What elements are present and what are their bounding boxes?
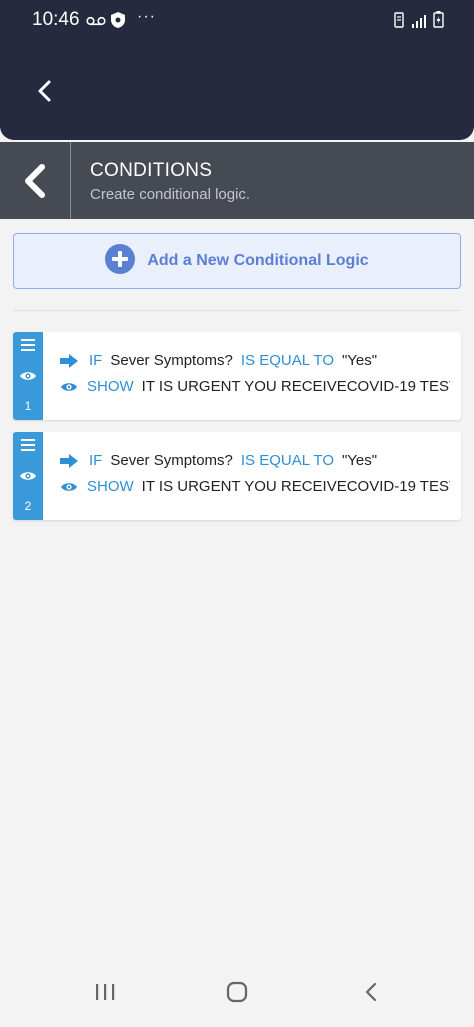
- condition-field: Sever Symptoms?: [110, 352, 233, 369]
- voicemail-icon: [86, 13, 106, 31]
- conditions-header: CONDITIONS Create conditional logic.: [0, 142, 474, 219]
- home-icon: [226, 981, 248, 1003]
- status-indicators: [393, 11, 444, 33]
- condition-handle[interactable]: 1: [13, 332, 43, 420]
- condition-card[interactable]: 2 IF Sever Symptoms? IS EQUAL TO "Yes" S…: [13, 432, 461, 520]
- shield-icon: [110, 11, 126, 34]
- condition-handle[interactable]: 2: [13, 432, 43, 520]
- eye-icon: [60, 481, 78, 493]
- chevron-left-icon: [38, 80, 51, 102]
- wifi-calling-icon: [393, 12, 405, 33]
- drag-handle-icon[interactable]: [21, 438, 35, 456]
- condition-operator: IS EQUAL TO: [240, 352, 334, 369]
- eye-icon: [60, 381, 78, 393]
- add-conditional-logic-label: Add a New Conditional Logic: [147, 252, 369, 269]
- arrow-right-icon: [60, 453, 80, 468]
- condition-card[interactable]: 1 IF Sever Symptoms? IS EQUAL TO "Yes" S…: [13, 332, 461, 420]
- if-keyword: IF: [89, 352, 103, 369]
- condition-number: 1: [24, 399, 32, 413]
- action-target: IT IS URGENT YOU RECEIVECOVID-19 TESTI: [141, 478, 450, 495]
- condition-number: 2: [24, 499, 32, 513]
- page-subtitle: Create conditional logic.: [90, 186, 251, 203]
- more-notifications-icon: ···: [137, 8, 156, 25]
- signal-icon: [411, 14, 427, 33]
- recent-apps-button[interactable]: [94, 981, 116, 1008]
- status-bar: 10:46 ···: [0, 0, 474, 40]
- condition-value: "Yes": [341, 352, 378, 369]
- condition-if-row: IF Sever Symptoms? IS EQUAL TO "Yes": [60, 452, 450, 469]
- eye-icon: [19, 469, 37, 487]
- if-keyword: IF: [89, 452, 103, 469]
- condition-operator: IS EQUAL TO: [240, 452, 334, 469]
- show-keyword: SHOW: [87, 478, 134, 495]
- action-target: IT IS URGENT YOU RECEIVECOVID-19 TESTI: [141, 378, 450, 395]
- condition-action-row: SHOW IT IS URGENT YOU RECEIVECOVID-19 TE…: [60, 478, 450, 495]
- plus-circle-icon: [105, 243, 136, 279]
- status-time: 10:46: [32, 9, 80, 30]
- drag-handle-icon[interactable]: [21, 338, 35, 356]
- conditions-back-button[interactable]: [0, 142, 71, 219]
- arrow-right-icon: [60, 353, 80, 368]
- eye-icon: [19, 369, 37, 387]
- page-title: CONDITIONS: [90, 160, 213, 181]
- show-keyword: SHOW: [87, 378, 134, 395]
- add-conditional-logic-button[interactable]: Add a New Conditional Logic: [13, 233, 461, 289]
- condition-value: "Yes": [341, 452, 378, 469]
- app-back-button[interactable]: [30, 74, 60, 108]
- condition-if-row: IF Sever Symptoms? IS EQUAL TO "Yes": [60, 352, 450, 369]
- back-button[interactable]: [360, 981, 382, 1008]
- chevron-left-icon: [25, 163, 45, 198]
- navigation-bar: [0, 963, 474, 1027]
- battery-icon: [433, 11, 444, 33]
- divider: [13, 310, 461, 311]
- condition-action-row: SHOW IT IS URGENT YOU RECEIVECOVID-19 TE…: [60, 378, 450, 395]
- recent-apps-icon: [96, 984, 115, 1000]
- condition-field: Sever Symptoms?: [110, 452, 233, 469]
- back-icon: [365, 982, 377, 1002]
- home-button[interactable]: [226, 981, 248, 1008]
